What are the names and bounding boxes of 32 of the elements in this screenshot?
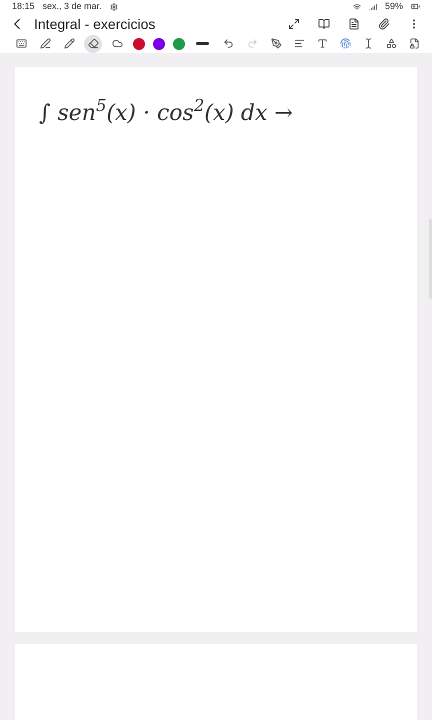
cloud-icon [112,38,122,49]
attachment-icon[interactable] [378,18,390,30]
redo-icon [246,38,258,49]
color-swatch[interactable] [133,38,145,50]
note-title: Integral - exercicios [34,14,156,34]
color-swatch[interactable] [153,38,165,50]
settings-icon [110,2,118,11]
book-icon[interactable] [318,18,330,30]
align-icon[interactable] [294,38,305,49]
document-icon[interactable] [348,18,360,30]
shapes-icon[interactable] [386,38,397,49]
status-time: 18:15 [12,0,35,13]
pen-icon [40,38,50,49]
handwritten-formula: ∫ sen$^{5}$(x) · cos$^{2}$(x) dx → [39,100,293,126]
text-cursor-icon[interactable] [363,38,374,49]
battery-level: 59% [384,0,403,13]
pen-settings-icon[interactable] [271,38,282,49]
battery-icon [411,2,420,12]
eraser-icon [88,38,98,49]
undo-icon [222,38,234,49]
signal-icon [368,2,377,11]
eraser-tool[interactable] [84,34,102,52]
keyboard-icon [16,38,26,49]
text-icon[interactable] [317,38,328,49]
page-lock-icon[interactable] [409,38,420,49]
fingerprint-icon[interactable] [340,38,351,49]
pencil-icon [64,38,74,49]
expand-icon[interactable] [288,18,300,30]
color-swatch[interactable] [173,38,185,50]
wifi-icon [352,2,361,11]
status-date: sex., 3 de mar. [42,0,102,13]
stroke-width-icon[interactable] [196,42,209,45]
